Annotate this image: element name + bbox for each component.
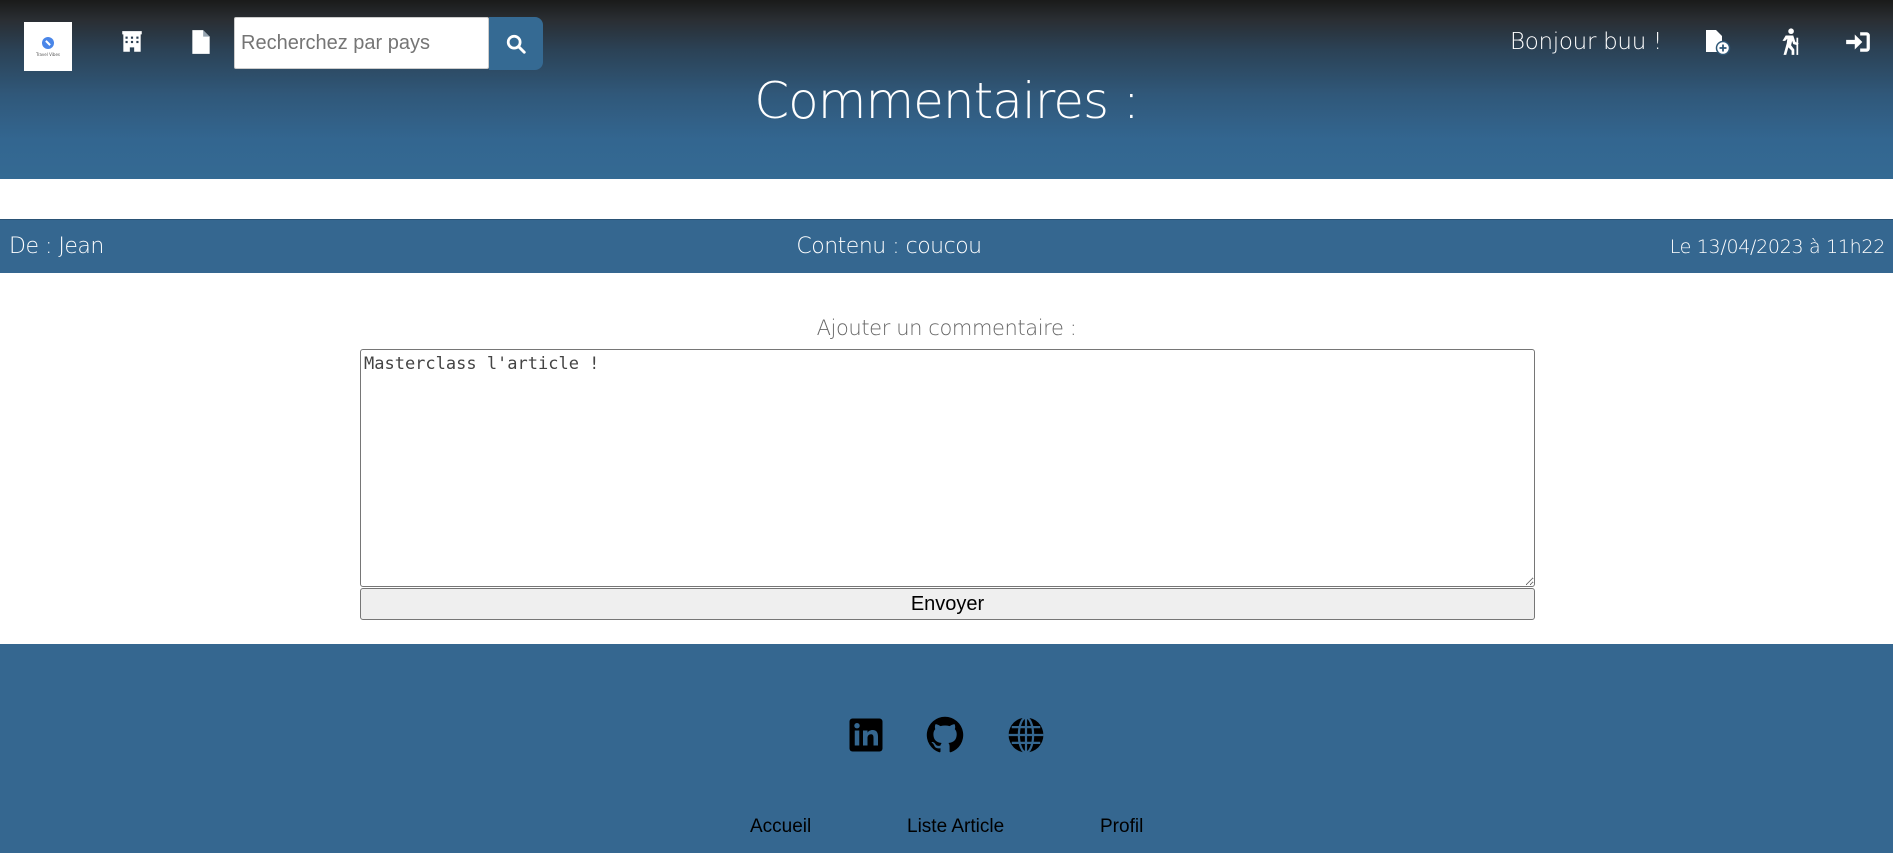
file-icon[interactable] xyxy=(187,28,215,56)
github-icon[interactable] xyxy=(926,716,964,754)
comment-date: Le 13/04/2023 à 11h22 xyxy=(1669,236,1886,258)
hiking-icon[interactable] xyxy=(1776,28,1804,56)
globe-icon[interactable] xyxy=(1007,716,1045,754)
file-add-icon[interactable] xyxy=(1704,28,1732,56)
comment-item: De : Jean Contenu : coucou Le 13/04/2023… xyxy=(0,219,1893,273)
search-icon xyxy=(506,34,526,54)
logo-mark-icon xyxy=(42,36,54,49)
footer: Accueil Liste Article Profil xyxy=(0,644,1893,853)
comment-content: Contenu : coucou xyxy=(796,234,982,259)
user-greeting: Bonjour buu ! xyxy=(1510,29,1662,55)
send-button[interactable]: Envoyer xyxy=(360,588,1535,620)
login-icon[interactable] xyxy=(1844,28,1872,56)
logo-text: Travel Vibes xyxy=(35,51,60,57)
search-button[interactable] xyxy=(489,17,543,70)
site-logo[interactable]: Travel Vibes xyxy=(24,22,72,71)
footer-link-profil[interactable]: Profil xyxy=(1100,816,1143,838)
footer-link-accueil[interactable]: Accueil xyxy=(750,816,811,838)
header: Travel Vibes Bonjour buu ! xyxy=(0,0,1893,179)
page-title: Commentaires : xyxy=(754,72,1140,130)
footer-link-liste-article[interactable]: Liste Article xyxy=(907,816,1004,838)
hotel-icon[interactable] xyxy=(118,28,146,56)
linkedin-icon[interactable] xyxy=(847,716,885,754)
comment-textarea[interactable]: Masterclass l'article ! xyxy=(360,349,1535,587)
add-comment-label: Ajouter un commentaire : xyxy=(816,316,1077,340)
search-input[interactable] xyxy=(234,17,489,69)
